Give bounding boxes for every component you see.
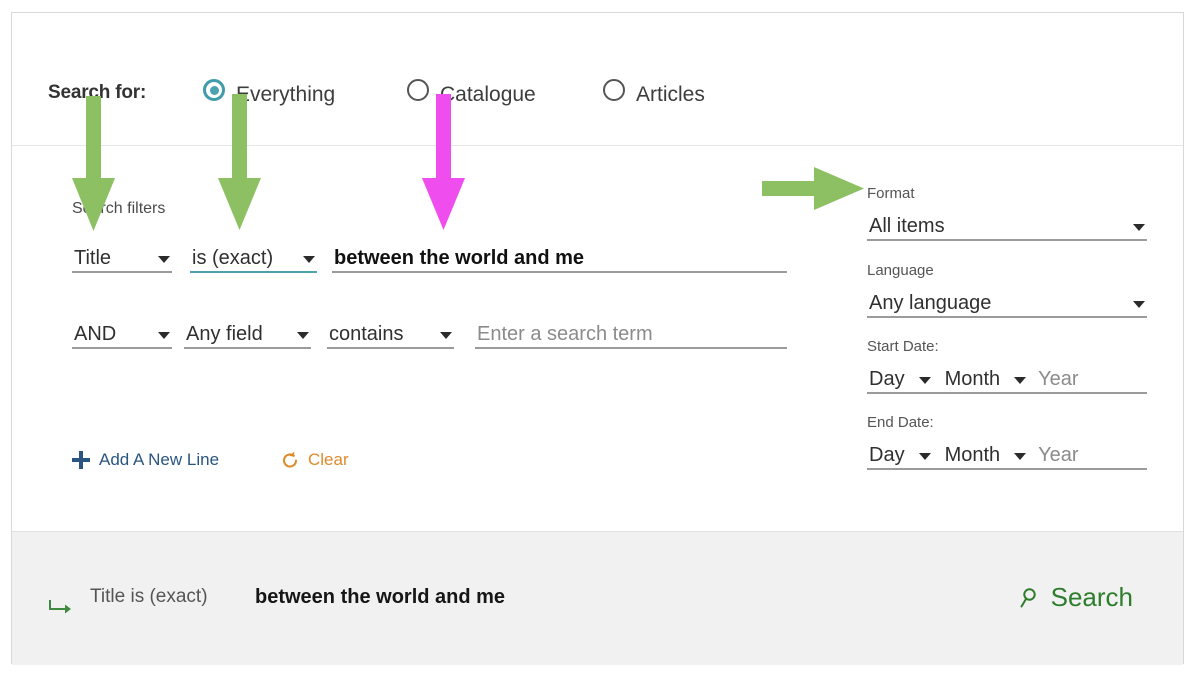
annotation-arrow-down-1 xyxy=(72,96,115,231)
annotation-arrow-right-1 xyxy=(762,167,864,210)
annotation-arrow-down-3 xyxy=(422,94,465,230)
annotation-overlay xyxy=(72,94,864,231)
annotation-arrow-down-2 xyxy=(218,94,261,230)
search-form-screenshot: Search for: Everything Catalogue Article… xyxy=(0,0,1200,680)
